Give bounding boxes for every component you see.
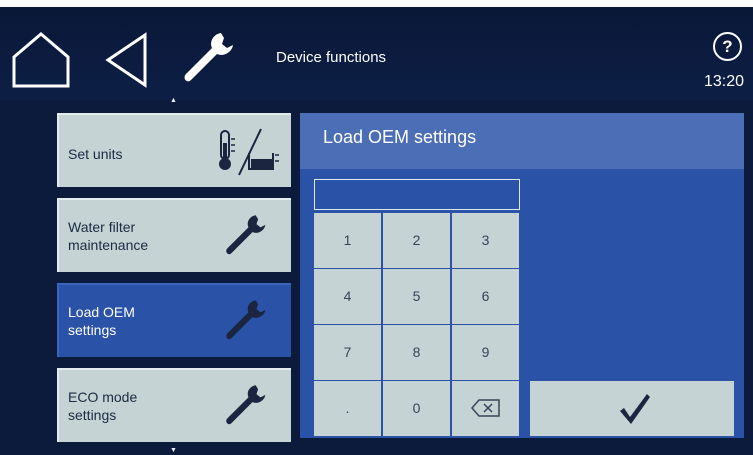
backspace-icon xyxy=(470,399,500,417)
home-icon[interactable] xyxy=(10,30,72,90)
key-3[interactable]: 3 xyxy=(452,213,519,268)
key-9[interactable]: 9 xyxy=(452,325,519,380)
header-bar: Device functions ? 13:20 xyxy=(0,7,753,100)
key-1[interactable]: 1 xyxy=(314,213,381,268)
numeric-input[interactable] xyxy=(314,179,520,210)
confirm-button[interactable] xyxy=(530,381,734,436)
key-4[interactable]: 4 xyxy=(314,269,381,324)
wrench-icon xyxy=(226,300,266,340)
wrench-icon xyxy=(184,33,233,82)
key-2[interactable]: 2 xyxy=(383,213,450,268)
menu-item-label: Set units xyxy=(68,146,123,162)
menu-item-load-oem[interactable]: Load OEM settings xyxy=(57,283,291,357)
oem-settings-panel: Load OEM settings 1 2 3 4 5 6 7 8 9 . 0 xyxy=(300,113,744,438)
wrench-icon xyxy=(226,215,266,255)
key-decimal[interactable]: . xyxy=(314,381,381,436)
page-title: Device functions xyxy=(276,49,387,66)
menu-item-label: Load OEM settings xyxy=(68,304,135,338)
clock: 13:20 xyxy=(704,73,745,90)
checkmark-icon xyxy=(620,394,650,424)
menu-item-label: ECO mode settings xyxy=(68,389,138,423)
menu-item-water-filter[interactable]: Water filter maintenance xyxy=(57,198,291,272)
menu-item-label: Water filter maintenance xyxy=(68,219,149,253)
key-6[interactable]: 6 xyxy=(452,269,519,324)
key-0[interactable]: 0 xyxy=(383,381,450,436)
top-border xyxy=(0,0,753,7)
help-button[interactable]: ? xyxy=(713,32,742,61)
scroll-up-arrow-icon[interactable]: ▲ xyxy=(170,97,177,104)
menu-item-set-units[interactable]: Set units xyxy=(57,113,291,187)
menu-item-eco-mode[interactable]: ECO mode settings xyxy=(57,368,291,442)
back-icon[interactable] xyxy=(103,32,151,88)
key-7[interactable]: 7 xyxy=(314,325,381,380)
scroll-down-arrow-icon[interactable]: ▼ xyxy=(170,447,177,454)
panel-title: Load OEM settings xyxy=(300,113,744,169)
key-5[interactable]: 5 xyxy=(383,269,450,324)
wrench-icon xyxy=(226,385,266,425)
thermometer-tank-icon xyxy=(219,128,279,176)
key-8[interactable]: 8 xyxy=(383,325,450,380)
backspace-key[interactable] xyxy=(452,381,519,436)
